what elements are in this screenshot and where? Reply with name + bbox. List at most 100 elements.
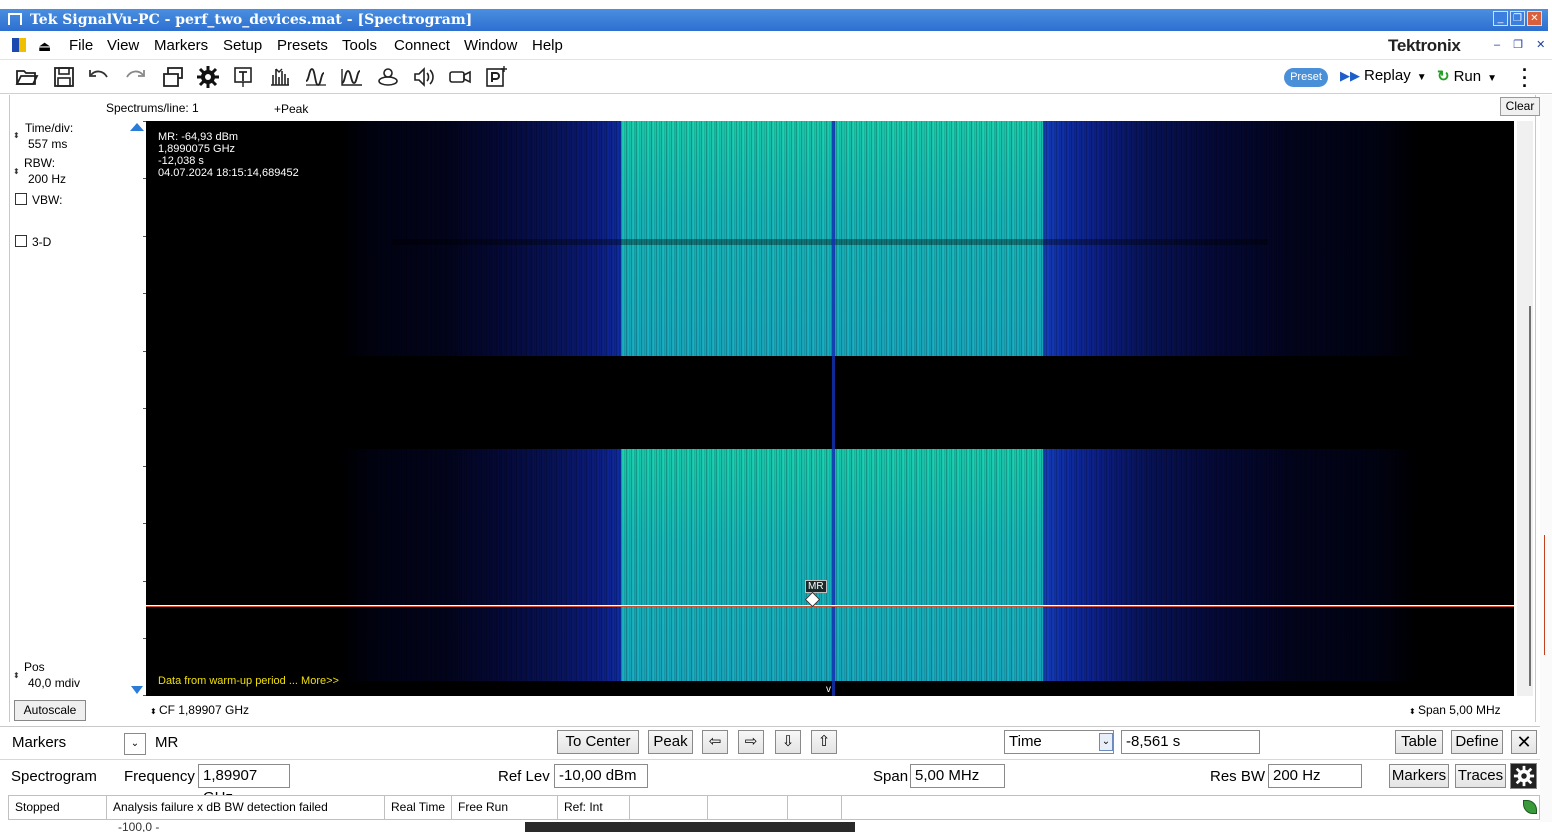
run-dropdown-icon[interactable]: ▼ [1487, 73, 1497, 84]
preset-button[interactable]: Preset [1284, 68, 1328, 87]
ref-lev-field[interactable]: -10,00 dBm [554, 764, 648, 788]
status-mode[interactable]: Real Time [385, 796, 452, 819]
autoscale-button[interactable]: Autoscale [14, 700, 86, 721]
time-div-spinner-icon[interactable]: ⬍ [13, 131, 20, 140]
run-refresh-icon: ↻ [1437, 68, 1450, 85]
eject-icon[interactable]: ⏏ [38, 38, 51, 55]
replay-drive-icon[interactable] [375, 65, 401, 89]
readout-level: MR: -64,93 dBm [158, 131, 239, 143]
mdi-window-controls[interactable]: – ❐ ✕ [1494, 38, 1550, 51]
window-title-bar: Tek SignalVu-PC - perf_two_devices.mat -… [0, 9, 1548, 31]
settings-toolbar: Spectrogram Frequency 1,89907 GHz Ref Le… [0, 759, 1540, 806]
marker-select-dropdown[interactable]: ⌄ [124, 733, 146, 755]
marker-domain-select[interactable]: Time [1004, 730, 1114, 754]
redo-icon[interactable] [122, 65, 148, 89]
marker-time-line[interactable] [146, 605, 1514, 607]
to-center-button[interactable]: To Center [557, 730, 639, 754]
vbw-checkbox[interactable] [15, 193, 27, 205]
undo-icon[interactable] [86, 65, 112, 89]
next-lower-button[interactable]: ⇩ [775, 730, 801, 754]
status-message[interactable]: Analysis failure x dB BW detection faile… [107, 796, 385, 819]
menu-window[interactable]: Window [464, 37, 517, 54]
peak-button[interactable]: Peak [648, 730, 693, 754]
marker-time-field[interactable]: -8,561 s [1121, 730, 1260, 754]
settings-gear-button[interactable] [1510, 763, 1537, 789]
status-empty-2 [708, 796, 788, 819]
clear-button[interactable]: Clear [1500, 97, 1540, 116]
next-left-button[interactable]: ⇦ [702, 730, 728, 754]
scrollbar-thumb[interactable] [1529, 306, 1531, 686]
save-icon[interactable] [51, 65, 77, 89]
run-button[interactable]: ↻ Run ▼ [1437, 67, 1497, 85]
preset-p-icon[interactable] [483, 65, 509, 89]
app-menu-icon[interactable] [12, 38, 26, 52]
readout-timestamp: 04.07.2024 18:15:14,689452 [158, 167, 299, 179]
menu-help[interactable]: Help [532, 37, 563, 54]
menu-presets[interactable]: Presets [277, 37, 328, 54]
scroll-down-arrow-icon[interactable] [131, 686, 143, 694]
warmup-warning-link[interactable]: Data from warm-up period ... More>> [158, 675, 339, 687]
menu-tools[interactable]: Tools [342, 37, 377, 54]
audio-icon[interactable] [411, 65, 437, 89]
spectrums-per-line: Spectrums/line: 1 [106, 101, 199, 115]
res-bw-field[interactable]: 200 Hz [1268, 764, 1362, 788]
window-title: Tek SignalVu-PC - perf_two_devices.mat -… [30, 12, 473, 28]
windows-icon[interactable] [160, 65, 186, 89]
readout-time: -12,038 s [158, 155, 204, 167]
define-button[interactable]: Define [1451, 730, 1503, 754]
close-markers-button[interactable]: ✕ [1511, 730, 1537, 754]
marker-mr-tag[interactable]: MR [805, 580, 827, 593]
next-higher-button[interactable]: ⇧ [811, 730, 837, 754]
rbw-spinner-icon[interactable]: ⬍ [13, 167, 20, 176]
menu-connect[interactable]: Connect [394, 37, 450, 54]
time-div-value[interactable]: 557 ms [28, 137, 67, 151]
frequency-field[interactable]: 1,89907 GHz [198, 764, 290, 806]
span-readout[interactable]: ⬍ Span 5,00 MHz [1409, 703, 1501, 717]
table-button[interactable]: Table [1395, 730, 1443, 754]
span-field[interactable]: 5,00 MHz [910, 764, 1005, 788]
pos-spinner-icon[interactable]: ⬍ [13, 671, 20, 680]
marker-domain-dropdown-icon[interactable]: ⌄ [1099, 733, 1113, 751]
scroll-up-arrow-icon[interactable] [130, 123, 144, 131]
markers-button[interactable]: Markers [1389, 764, 1449, 788]
menu-view[interactable]: View [107, 37, 139, 54]
markers-toolbar: Markers ⌄ MR To Center Peak ⇦ ⇨ ⇩ ⇧ Time… [0, 726, 1540, 758]
acquire-icon[interactable] [267, 65, 293, 89]
menu-file[interactable]: File [69, 37, 93, 54]
traces-button[interactable]: Traces [1455, 764, 1506, 788]
vertical-scrollbar[interactable] [1517, 121, 1533, 696]
restore-button[interactable]: ❐ [1510, 11, 1525, 26]
threed-checkbox[interactable] [15, 235, 27, 247]
next-right-button[interactable]: ⇨ [738, 730, 764, 754]
center-frequency-readout[interactable]: ⬍ CF 1,89907 GHz [150, 703, 249, 717]
measurement-icon[interactable] [339, 65, 365, 89]
minimize-button[interactable]: _ [1493, 11, 1508, 26]
gear-icon [1513, 765, 1534, 787]
pos-value[interactable]: 40,0 mdiv [28, 676, 80, 690]
spectrogram-display[interactable]: MR MR: -64,93 dBm 1,8990075 GHz -12,038 … [146, 121, 1514, 696]
cf-spinner-icon[interactable]: ⬍ [150, 707, 159, 716]
menu-markers[interactable]: Markers [154, 37, 208, 54]
background-window-strip: -100,0 - [0, 820, 1552, 832]
toolbar: Preset ▶▶ Replay ▼ ↻ Run ▼ · · · [0, 60, 1552, 95]
camera-icon[interactable] [447, 65, 473, 89]
status-trigger[interactable]: Free Run [452, 796, 558, 819]
trigger-icon[interactable] [231, 65, 257, 89]
open-folder-icon[interactable] [14, 65, 40, 89]
menu-setup[interactable]: Setup [223, 37, 262, 54]
more-menu-icon[interactable]: · · · [1522, 61, 1528, 95]
background-panel [525, 822, 855, 832]
selected-marker[interactable]: MR [155, 734, 178, 751]
marker-readout: MR: -64,93 dBm 1,8990075 GHz -12,038 s 0… [158, 131, 299, 179]
status-reference[interactable]: Ref: Int [558, 796, 630, 819]
rbw-value[interactable]: 200 Hz [28, 172, 66, 186]
analysis-icon[interactable] [303, 65, 329, 89]
rbw-label: RBW: [24, 156, 56, 170]
close-button[interactable]: ✕ [1527, 11, 1542, 26]
replay-dropdown-icon[interactable]: ▼ [1417, 72, 1427, 83]
replay-button[interactable]: ▶▶ Replay ▼ [1340, 67, 1427, 84]
threed-label: 3-D [32, 235, 52, 249]
span-spinner-icon[interactable]: ⬍ [1409, 707, 1418, 716]
center-frequency-line [832, 121, 835, 696]
settings-gear-icon[interactable] [195, 65, 221, 89]
